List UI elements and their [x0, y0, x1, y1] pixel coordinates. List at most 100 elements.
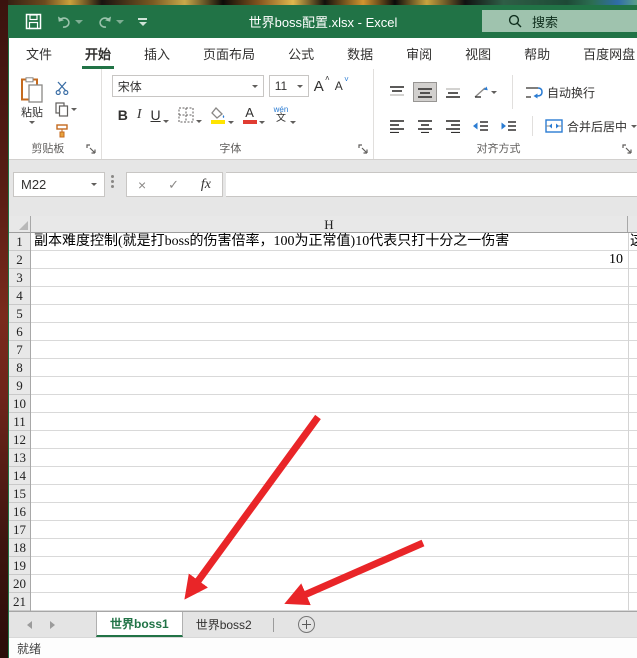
tab-view[interactable]: 视图: [462, 38, 494, 69]
format-painter-button[interactable]: [55, 123, 77, 140]
grid-row-14[interactable]: [31, 467, 637, 485]
tab-file[interactable]: 文件: [23, 38, 55, 69]
grid-row-16[interactable]: [31, 503, 637, 521]
grow-font-button[interactable]: A˄: [314, 78, 330, 95]
underline-dropdown-icon[interactable]: [163, 120, 169, 123]
borders-dropdown-icon[interactable]: [196, 120, 202, 123]
wrap-text-button[interactable]: 自动换行: [525, 84, 595, 101]
copy-dropdown-icon[interactable]: [71, 108, 77, 111]
cut-button[interactable]: [55, 79, 77, 96]
row-header-18[interactable]: 18: [9, 539, 30, 557]
align-right-button[interactable]: [442, 117, 464, 135]
customize-qat-icon[interactable]: [138, 18, 147, 26]
row-header-21[interactable]: 21: [9, 593, 30, 611]
grid-row-6[interactable]: [31, 323, 637, 341]
search-box[interactable]: 搜索: [482, 10, 637, 32]
grid-row-5[interactable]: [31, 305, 637, 323]
grid-row-4[interactable]: [31, 287, 637, 305]
align-center-button[interactable]: [414, 117, 436, 135]
orientation-button[interactable]: [470, 83, 500, 101]
grid-row-15[interactable]: [31, 485, 637, 503]
grid-row-9[interactable]: [31, 377, 637, 395]
formula-input[interactable]: [226, 172, 637, 197]
phonetic-dropdown-icon[interactable]: [290, 121, 296, 124]
tab-formulas[interactable]: 公式: [285, 38, 317, 69]
row-header-15[interactable]: 15: [9, 485, 30, 503]
cell-H1[interactable]: 副本难度控制(就是打boss的伤害倍率，100为正常值)10代表只打十分之一伤害: [34, 233, 509, 250]
cancel-button[interactable]: ×: [138, 177, 146, 193]
row-header-7[interactable]: 7: [9, 341, 30, 359]
row-header-12[interactable]: 12: [9, 431, 30, 449]
sheet-tab-boss2[interactable]: 世界boss2: [183, 612, 265, 637]
font-dialog-launcher-icon[interactable]: [358, 144, 369, 155]
align-left-button[interactable]: [386, 117, 408, 135]
row-header-16[interactable]: 16: [9, 503, 30, 521]
row-header-17[interactable]: 17: [9, 521, 30, 539]
grid-row-13[interactable]: [31, 449, 637, 467]
copy-button[interactable]: [55, 101, 77, 118]
font-size-combo[interactable]: 11: [269, 75, 309, 97]
font-color-button[interactable]: A: [243, 106, 265, 124]
grid-row-12[interactable]: [31, 431, 637, 449]
sheet-prev-icon[interactable]: [27, 621, 32, 629]
increase-indent-button[interactable]: [498, 117, 520, 135]
grid-row-7[interactable]: [31, 341, 637, 359]
underline-button[interactable]: U: [151, 107, 169, 123]
row-header-10[interactable]: 10: [9, 395, 30, 413]
save-icon[interactable]: [25, 13, 42, 30]
tab-home[interactable]: 开始: [82, 38, 114, 69]
decrease-indent-button[interactable]: [470, 117, 492, 135]
column-header-partial[interactable]: [628, 216, 637, 232]
fill-color-dropdown-icon[interactable]: [228, 121, 234, 124]
bottom-align-button[interactable]: [442, 83, 464, 101]
row-header-1[interactable]: 1: [9, 233, 30, 251]
select-all-corner[interactable]: [9, 216, 31, 232]
row-header-3[interactable]: 3: [9, 269, 30, 287]
grid-row-10[interactable]: [31, 395, 637, 413]
column-header-H[interactable]: H: [31, 216, 628, 232]
row-header-2[interactable]: 2: [9, 251, 30, 269]
row-header-8[interactable]: 8: [9, 359, 30, 377]
italic-button[interactable]: I: [137, 107, 142, 123]
undo-icon[interactable]: [56, 15, 83, 29]
top-align-button[interactable]: [386, 83, 408, 101]
new-sheet-button[interactable]: [298, 616, 315, 633]
row-header-20[interactable]: 20: [9, 575, 30, 593]
fill-color-button[interactable]: [211, 107, 234, 124]
merge-center-dropdown-icon[interactable]: [631, 125, 637, 128]
middle-align-button[interactable]: [414, 83, 436, 101]
tab-data[interactable]: 数据: [344, 38, 376, 69]
redo-icon[interactable]: [97, 15, 124, 29]
orientation-dropdown-icon[interactable]: [491, 91, 497, 94]
row-header-13[interactable]: 13: [9, 449, 30, 467]
row-header-19[interactable]: 19: [9, 557, 30, 575]
cell-I1-partial[interactable]: 这: [630, 233, 637, 250]
grid-row-19[interactable]: [31, 557, 637, 575]
grid-row-20[interactable]: [31, 575, 637, 593]
tab-insert[interactable]: 插入: [141, 38, 173, 69]
grid-row-11[interactable]: [31, 413, 637, 431]
grid-row-8[interactable]: [31, 359, 637, 377]
font-name-combo[interactable]: 宋体: [112, 75, 264, 97]
bold-button[interactable]: B: [118, 107, 128, 123]
formula-bar-grip[interactable]: [111, 180, 114, 183]
grid-row-18[interactable]: [31, 539, 637, 557]
cell-H2[interactable]: 10: [31, 251, 623, 268]
grid-row-17[interactable]: [31, 521, 637, 539]
name-box-dropdown-icon[interactable]: [91, 183, 97, 186]
tab-baidu-netdisk[interactable]: 百度网盘: [580, 38, 637, 69]
alignment-dialog-launcher-icon[interactable]: [622, 144, 633, 155]
row-header-11[interactable]: 11: [9, 413, 30, 431]
clipboard-dialog-launcher-icon[interactable]: [86, 144, 97, 155]
undo-dropdown-icon[interactable]: [75, 20, 83, 24]
row-header-4[interactable]: 4: [9, 287, 30, 305]
paste-button[interactable]: 粘贴: [9, 75, 55, 141]
cells-area[interactable]: 副本难度控制(就是打boss的伤害倍率，100为正常值)10代表只打十分之一伤害…: [31, 233, 637, 611]
phonetic-guide-button[interactable]: wén文: [274, 106, 297, 124]
name-box[interactable]: M22: [13, 172, 105, 197]
row-header-6[interactable]: 6: [9, 323, 30, 341]
font-color-dropdown-icon[interactable]: [259, 121, 265, 124]
redo-dropdown-icon[interactable]: [116, 20, 124, 24]
tab-help[interactable]: 帮助: [521, 38, 553, 69]
merge-center-button[interactable]: 合并后居中: [545, 118, 637, 135]
